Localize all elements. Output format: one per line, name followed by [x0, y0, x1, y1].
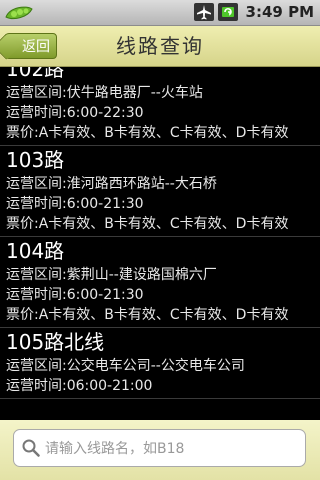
airplane-mode-icon: [193, 3, 214, 21]
route-item[interactable]: 103路 运营区间:淮河路西环路站--大石桥 运营时间:6:00-21:30 票…: [0, 146, 320, 237]
back-button-label: 返回: [22, 39, 50, 55]
search-icon: [22, 439, 40, 457]
route-item[interactable]: 104路 运营区间:紫荆山--建设路国棉六厂 运营时间:6:00-21:30 票…: [0, 237, 320, 328]
route-hours: 运营时间:6:00-21:30: [6, 196, 144, 212]
status-bar: 3:49 PM: [0, 0, 320, 26]
title-bar: 线路查询 返回: [0, 26, 320, 67]
route-name: 102路: [6, 67, 65, 81]
status-time: 3:49 PM: [245, 3, 314, 21]
route-range: 运营区间:淮河路西环路站--大石桥: [6, 176, 217, 192]
route-item[interactable]: 105路北线 运营区间:公交电车公司--公交电车公司 运营时间:06:00-21…: [0, 328, 320, 399]
route-hours: 运营时间:06:00-21:00: [6, 378, 153, 394]
battery-icon: [217, 3, 238, 21]
route-fare: 票价:A卡有效、B卡有效、C卡有效、D卡有效: [6, 216, 289, 232]
route-fare: 票价:A卡有效、B卡有效、C卡有效、D卡有效: [6, 125, 289, 141]
pea-pod-icon: [5, 6, 33, 20]
route-item[interactable]: 102路 运营区间:伏牛路电器厂--火车站 运营时间:6:00-22:30 票价…: [0, 67, 320, 146]
route-range: 运营区间:伏牛路电器厂--火车站: [6, 85, 203, 101]
route-range: 运营区间:公交电车公司--公交电车公司: [6, 358, 245, 374]
search-input[interactable]: 请输入线路名，如B18: [13, 429, 306, 467]
route-name: 103路: [6, 148, 65, 172]
route-name: 104路: [6, 239, 65, 263]
route-fare: 票价:A卡有效、B卡有效、C卡有效、D卡有效: [6, 307, 289, 323]
route-range: 运营区间:紫荆山--建设路国棉六厂: [6, 267, 217, 283]
search-placeholder: 请输入线路名，如B18: [45, 441, 185, 457]
route-hours: 运营时间:6:00-21:30: [6, 287, 144, 303]
search-bar: 请输入线路名，如B18: [0, 420, 320, 480]
route-name: 105路北线: [6, 330, 105, 354]
route-list[interactable]: 102路 运营区间:伏牛路电器厂--火车站 运营时间:6:00-22:30 票价…: [0, 67, 320, 419]
route-hours: 运营时间:6:00-22:30: [6, 105, 144, 121]
back-button[interactable]: 返回: [5, 33, 57, 59]
